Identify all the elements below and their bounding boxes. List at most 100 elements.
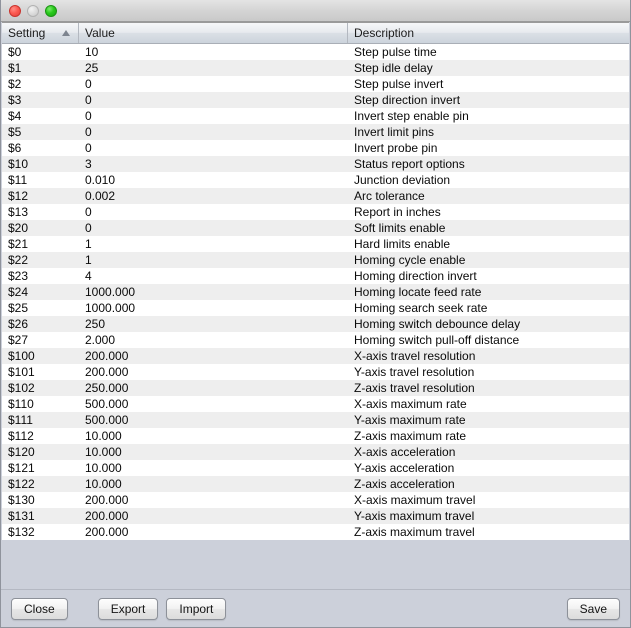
table-row[interactable]: $101200.000Y-axis travel resolution <box>2 364 629 380</box>
cell-setting: $3 <box>2 92 79 108</box>
column-header-value-label: Value <box>85 26 115 40</box>
cell-description: Y-axis acceleration <box>348 460 629 476</box>
cell-setting: $2 <box>2 76 79 92</box>
cell-setting: $4 <box>2 108 79 124</box>
close-window-button[interactable] <box>9 5 21 17</box>
cell-value[interactable]: 200.000 <box>79 492 348 508</box>
cell-description: Homing direction invert <box>348 268 629 284</box>
cell-value[interactable]: 500.000 <box>79 396 348 412</box>
cell-setting: $120 <box>2 444 79 460</box>
cell-setting: $112 <box>2 428 79 444</box>
column-header-setting-label: Setting <box>8 26 45 40</box>
table-row[interactable]: $251000.000Homing search seek rate <box>2 300 629 316</box>
table-row[interactable]: $12210.000Z-axis acceleration <box>2 476 629 492</box>
table-row[interactable]: $200Soft limits enable <box>2 220 629 236</box>
table-row[interactable]: $60Invert probe pin <box>2 140 629 156</box>
table-row[interactable]: $26250Homing switch debounce delay <box>2 316 629 332</box>
column-header-description[interactable]: Description <box>348 23 629 43</box>
cell-value[interactable]: 0 <box>79 220 348 236</box>
cell-value[interactable]: 500.000 <box>79 412 348 428</box>
cell-value[interactable]: 0 <box>79 204 348 220</box>
table-row[interactable]: $130200.000X-axis maximum travel <box>2 492 629 508</box>
table-row[interactable]: $125Step idle delay <box>2 60 629 76</box>
table-row[interactable]: $100200.000X-axis travel resolution <box>2 348 629 364</box>
table-row[interactable]: $102250.000Z-axis travel resolution <box>2 380 629 396</box>
cell-description: X-axis maximum travel <box>348 492 629 508</box>
cell-value[interactable]: 200.000 <box>79 348 348 364</box>
cell-description: Z-axis acceleration <box>348 476 629 492</box>
table-row[interactable]: $12110.000Y-axis acceleration <box>2 460 629 476</box>
column-header-value[interactable]: Value <box>79 23 348 43</box>
cell-description: Invert probe pin <box>348 140 629 156</box>
table-row[interactable]: $11210.000Z-axis maximum rate <box>2 428 629 444</box>
cell-setting: $121 <box>2 460 79 476</box>
maximize-window-button[interactable] <box>45 5 57 17</box>
table-row[interactable]: $211Hard limits enable <box>2 236 629 252</box>
cell-setting: $130 <box>2 492 79 508</box>
table-body: $010Step pulse time$125Step idle delay$2… <box>2 44 629 589</box>
cell-description: Z-axis maximum travel <box>348 524 629 540</box>
table-row[interactable]: $110.010Junction deviation <box>2 172 629 188</box>
table-row[interactable]: $132200.000Z-axis maximum travel <box>2 524 629 540</box>
cell-value[interactable]: 10 <box>79 44 348 60</box>
table-row[interactable]: $110500.000X-axis maximum rate <box>2 396 629 412</box>
save-button[interactable]: Save <box>567 598 620 620</box>
cell-value[interactable]: 0 <box>79 140 348 156</box>
cell-value[interactable]: 2.000 <box>79 332 348 348</box>
table-row[interactable]: $20Step pulse invert <box>2 76 629 92</box>
cell-setting: $131 <box>2 508 79 524</box>
cell-value[interactable]: 1 <box>79 252 348 268</box>
table-row[interactable]: $131200.000Y-axis maximum travel <box>2 508 629 524</box>
table-row[interactable]: $111500.000Y-axis maximum rate <box>2 412 629 428</box>
table-row[interactable]: $272.000Homing switch pull-off distance <box>2 332 629 348</box>
cell-value[interactable]: 200.000 <box>79 524 348 540</box>
cell-value[interactable]: 1000.000 <box>79 300 348 316</box>
cell-value[interactable]: 1 <box>79 236 348 252</box>
cell-setting: $1 <box>2 60 79 76</box>
cell-value[interactable]: 4 <box>79 268 348 284</box>
import-button[interactable]: Import <box>166 598 226 620</box>
cell-description: Invert limit pins <box>348 124 629 140</box>
cell-value[interactable]: 200.000 <box>79 364 348 380</box>
table-row[interactable]: $221Homing cycle enable <box>2 252 629 268</box>
cell-description: Homing switch pull-off distance <box>348 332 629 348</box>
table-row[interactable]: $12010.000X-axis acceleration <box>2 444 629 460</box>
close-button[interactable]: Close <box>11 598 68 620</box>
cell-description: Arc tolerance <box>348 188 629 204</box>
dialog-footer: Close Export Import Save <box>1 589 630 627</box>
cell-value[interactable]: 10.000 <box>79 476 348 492</box>
cell-value[interactable]: 250.000 <box>79 380 348 396</box>
cell-value[interactable]: 0 <box>79 108 348 124</box>
cell-description: Status report options <box>348 156 629 172</box>
cell-value[interactable]: 250 <box>79 316 348 332</box>
cell-value[interactable]: 0 <box>79 76 348 92</box>
cell-value[interactable]: 10.000 <box>79 428 348 444</box>
cell-value[interactable]: 0 <box>79 124 348 140</box>
cell-description: X-axis acceleration <box>348 444 629 460</box>
cell-description: Z-axis maximum rate <box>348 428 629 444</box>
cell-description: Homing switch debounce delay <box>348 316 629 332</box>
cell-value[interactable]: 10.000 <box>79 460 348 476</box>
column-header-setting[interactable]: Setting <box>2 23 79 43</box>
export-button[interactable]: Export <box>98 598 159 620</box>
cell-value[interactable]: 200.000 <box>79 508 348 524</box>
cell-description: Step pulse time <box>348 44 629 60</box>
cell-value[interactable]: 25 <box>79 60 348 76</box>
cell-value[interactable]: 1000.000 <box>79 284 348 300</box>
table-row[interactable]: $30Step direction invert <box>2 92 629 108</box>
table-row[interactable]: $234Homing direction invert <box>2 268 629 284</box>
cell-value[interactable]: 0.010 <box>79 172 348 188</box>
table-row[interactable]: $010Step pulse time <box>2 44 629 60</box>
cell-setting: $23 <box>2 268 79 284</box>
cell-value[interactable]: 0.002 <box>79 188 348 204</box>
table-row[interactable]: $241000.000Homing locate feed rate <box>2 284 629 300</box>
cell-value[interactable]: 10.000 <box>79 444 348 460</box>
cell-value[interactable]: 0 <box>79 92 348 108</box>
table-row[interactable]: $120.002Arc tolerance <box>2 188 629 204</box>
table-row[interactable]: $103Status report options <box>2 156 629 172</box>
cell-value[interactable]: 3 <box>79 156 348 172</box>
table-row[interactable]: $40Invert step enable pin <box>2 108 629 124</box>
table-row[interactable]: $50Invert limit pins <box>2 124 629 140</box>
cell-description: Homing search seek rate <box>348 300 629 316</box>
table-row[interactable]: $130Report in inches <box>2 204 629 220</box>
